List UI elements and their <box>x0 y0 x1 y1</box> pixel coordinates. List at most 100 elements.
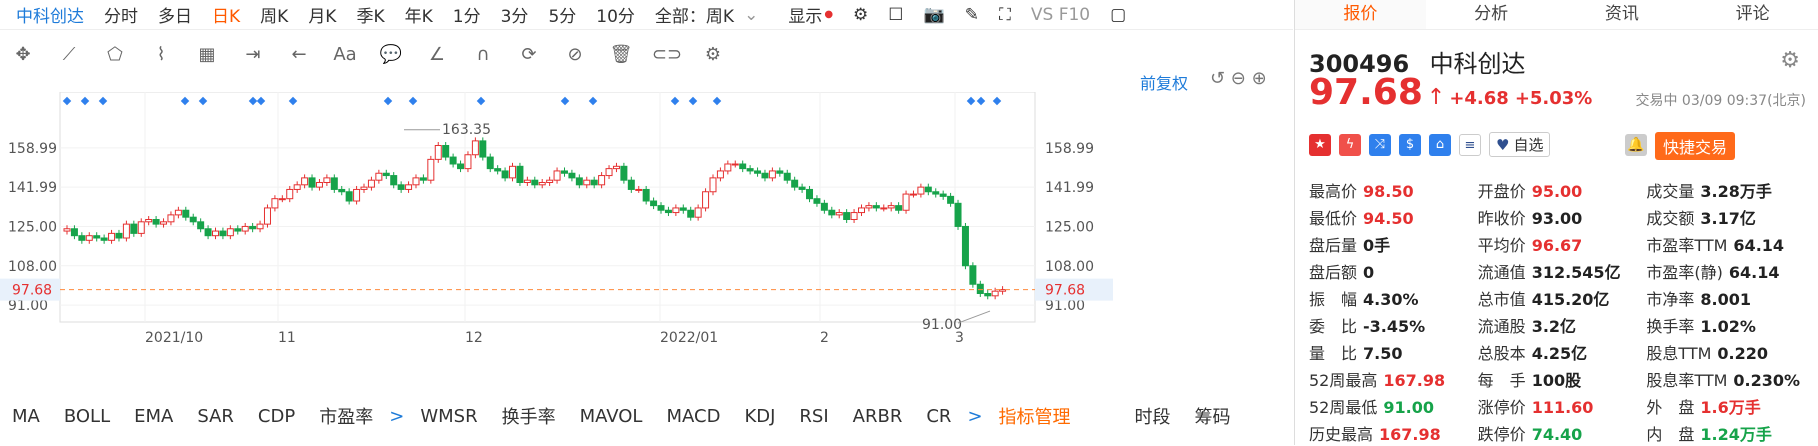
quote-cell: 历史最高 167.98 <box>1309 421 1478 445</box>
camera-icon[interactable]: 📷 <box>914 5 955 25</box>
indicator-17[interactable]: 时段 <box>1123 403 1183 429</box>
candle-body <box>850 212 858 220</box>
candle-body <box>479 140 487 158</box>
delete-icon[interactable]: 🗑 <box>598 44 644 65</box>
indicator-8[interactable]: 换手率 <box>490 403 568 429</box>
candle-body <box>909 193 917 196</box>
quote-cell: 市盈率(静) 64.14 <box>1646 259 1815 283</box>
tab-季K[interactable]: 季K <box>346 2 394 27</box>
checkbox-icon[interactable]: ☐ <box>878 5 913 25</box>
range-select[interactable]: 全部：周K <box>645 2 744 27</box>
indicator-12[interactable]: RSI <box>787 406 840 427</box>
quote-row: 52周最高 167.98 每 手 100股 股息率TTM 0.230% <box>1309 365 1815 392</box>
quote-row: 最高价 98.50 开盘价 95.00 成交量 3.28万手 <box>1309 176 1815 203</box>
sidebar-toggle-icon[interactable]: ▢ <box>1100 5 1136 25</box>
polyline-icon[interactable]: ⬠ <box>92 44 138 65</box>
x-tick: 2022/01 <box>660 330 718 346</box>
watchlist-button[interactable]: ♥ 自选 <box>1489 132 1551 157</box>
comment-icon[interactable]: 💬 <box>368 44 414 65</box>
quote-cell: 昨收价 93.00 <box>1478 205 1647 229</box>
quote-tab-分析[interactable]: 分析 <box>1426 0 1557 29</box>
hide-icon[interactable]: ⊘ <box>552 44 598 65</box>
tab-年K[interactable]: 年K <box>395 2 443 27</box>
range-icon[interactable]: ⇥ <box>230 44 276 65</box>
quote-key: 流通股 <box>1477 316 1526 336</box>
quote-value: 111.60 <box>1531 397 1594 417</box>
indicator-7[interactable]: WMSR <box>408 406 489 427</box>
tab-5分[interactable]: 5分 <box>538 2 586 27</box>
adjust-label[interactable]: 前复权 <box>1140 70 1188 94</box>
indicator-9[interactable]: MAVOL <box>568 406 655 427</box>
quote-cell: 开盘价 95.00 <box>1478 178 1647 202</box>
candle-body <box>902 193 910 211</box>
candle-body <box>642 188 650 202</box>
tab-1分[interactable]: 1分 <box>443 2 491 27</box>
indicator-14[interactable]: CR <box>914 406 963 427</box>
settings-icon[interactable]: ⚙ <box>843 5 878 25</box>
indicator-10[interactable]: MACD <box>654 406 732 427</box>
indicator-5[interactable]: 市盈率 <box>307 403 385 429</box>
indicator-3[interactable]: SAR <box>185 406 246 427</box>
indicator-2[interactable]: EMA <box>122 406 185 427</box>
arc-icon[interactable]: ∩ <box>460 44 506 65</box>
candle-body <box>301 177 309 186</box>
wave-icon[interactable]: ⌇ <box>138 44 184 65</box>
tag-icon[interactable]: ⌂ <box>1429 133 1451 156</box>
bell-icon[interactable]: 🔔 <box>1625 134 1647 156</box>
indicator-16[interactable]: 指标管理 <box>987 403 1083 429</box>
angle-icon[interactable]: ∠ <box>414 44 460 65</box>
tab-分时[interactable]: 分时 <box>94 2 148 27</box>
undo-icon[interactable]: ↺ ⊖ ⊕ <box>1210 68 1267 89</box>
tab-10分[interactable]: 10分 <box>586 2 645 27</box>
text-icon[interactable]: Aa <box>322 44 368 65</box>
quote-value: 0.220 <box>1717 343 1769 363</box>
indicator-1[interactable]: BOLL <box>52 406 122 427</box>
candle-body <box>189 216 197 223</box>
tab-日K[interactable]: 日K <box>202 2 250 27</box>
tab-月K[interactable]: 月K <box>298 2 346 27</box>
quote-key: 昨收价 <box>1477 208 1526 228</box>
dollar-icon[interactable]: $ <box>1399 133 1421 156</box>
settings-icon[interactable]: ⚙ <box>690 44 736 65</box>
indicator-15[interactable]: > <box>963 406 986 427</box>
note-icon[interactable]: ≡ <box>1459 133 1481 156</box>
indicator-13[interactable]: ARBR <box>841 406 915 427</box>
arrow-icon[interactable]: ← <box>276 44 322 65</box>
candle-body <box>167 214 175 223</box>
fib-icon[interactable]: ▦ <box>184 44 230 65</box>
candle-body <box>197 221 205 230</box>
quote-tab-评论[interactable]: 评论 <box>1687 0 1818 29</box>
tab-周K[interactable]: 周K <box>250 2 298 27</box>
quote-value: -3.45% <box>1363 316 1426 336</box>
quick-trade-button[interactable]: 快捷交易 <box>1655 132 1736 160</box>
quote-tab-资讯[interactable]: 资讯 <box>1557 0 1688 29</box>
kline-chart[interactable]: 158.99 158.99 141.99 141.99 125.00 125.00 108.… <box>0 92 1293 392</box>
indicator-0[interactable]: MA <box>0 406 52 427</box>
stock-name-tab[interactable]: 中科创达 <box>0 2 94 27</box>
indicator-18[interactable]: 筹码 <box>1183 403 1243 429</box>
line-icon[interactable]: ⟋ <box>46 44 92 65</box>
tab-多日[interactable]: 多日 <box>148 2 202 27</box>
move-icon[interactable]: ✥ <box>0 44 46 65</box>
cycle-icon[interactable]: ⟳ <box>506 44 552 65</box>
pen-icon[interactable]: ✎ <box>955 5 989 25</box>
candle-body <box>494 168 502 172</box>
indicator-11[interactable]: KDJ <box>732 406 787 427</box>
chevron-down-icon[interactable]: ⌄ <box>744 5 758 25</box>
lightning-icon[interactable]: ϟ <box>1339 133 1361 156</box>
tab-3分[interactable]: 3分 <box>491 2 539 27</box>
quote-tab-报价[interactable]: 报价 <box>1295 0 1426 29</box>
indicator-6[interactable]: > <box>385 406 408 427</box>
fullscreen-icon[interactable]: ⛶ <box>989 5 1021 25</box>
shuffle-icon[interactable]: ⤨ <box>1369 133 1391 156</box>
quote-cell: 外 盘 1.6万手 <box>1646 394 1815 418</box>
vs-f10-button[interactable]: VS F10 <box>1021 5 1100 25</box>
settings-icon[interactable]: ⚙ <box>1780 48 1800 73</box>
compare-icon[interactable]: ⊂⊃ <box>644 44 690 65</box>
candle-body <box>947 195 955 204</box>
candle-body <box>93 235 101 239</box>
candle-body <box>382 172 390 177</box>
candle-body <box>501 170 509 179</box>
quote-row: 委 比 -3.45% 流通股 3.2亿 换手率 1.02% <box>1309 311 1815 338</box>
indicator-4[interactable]: CDP <box>246 406 307 427</box>
